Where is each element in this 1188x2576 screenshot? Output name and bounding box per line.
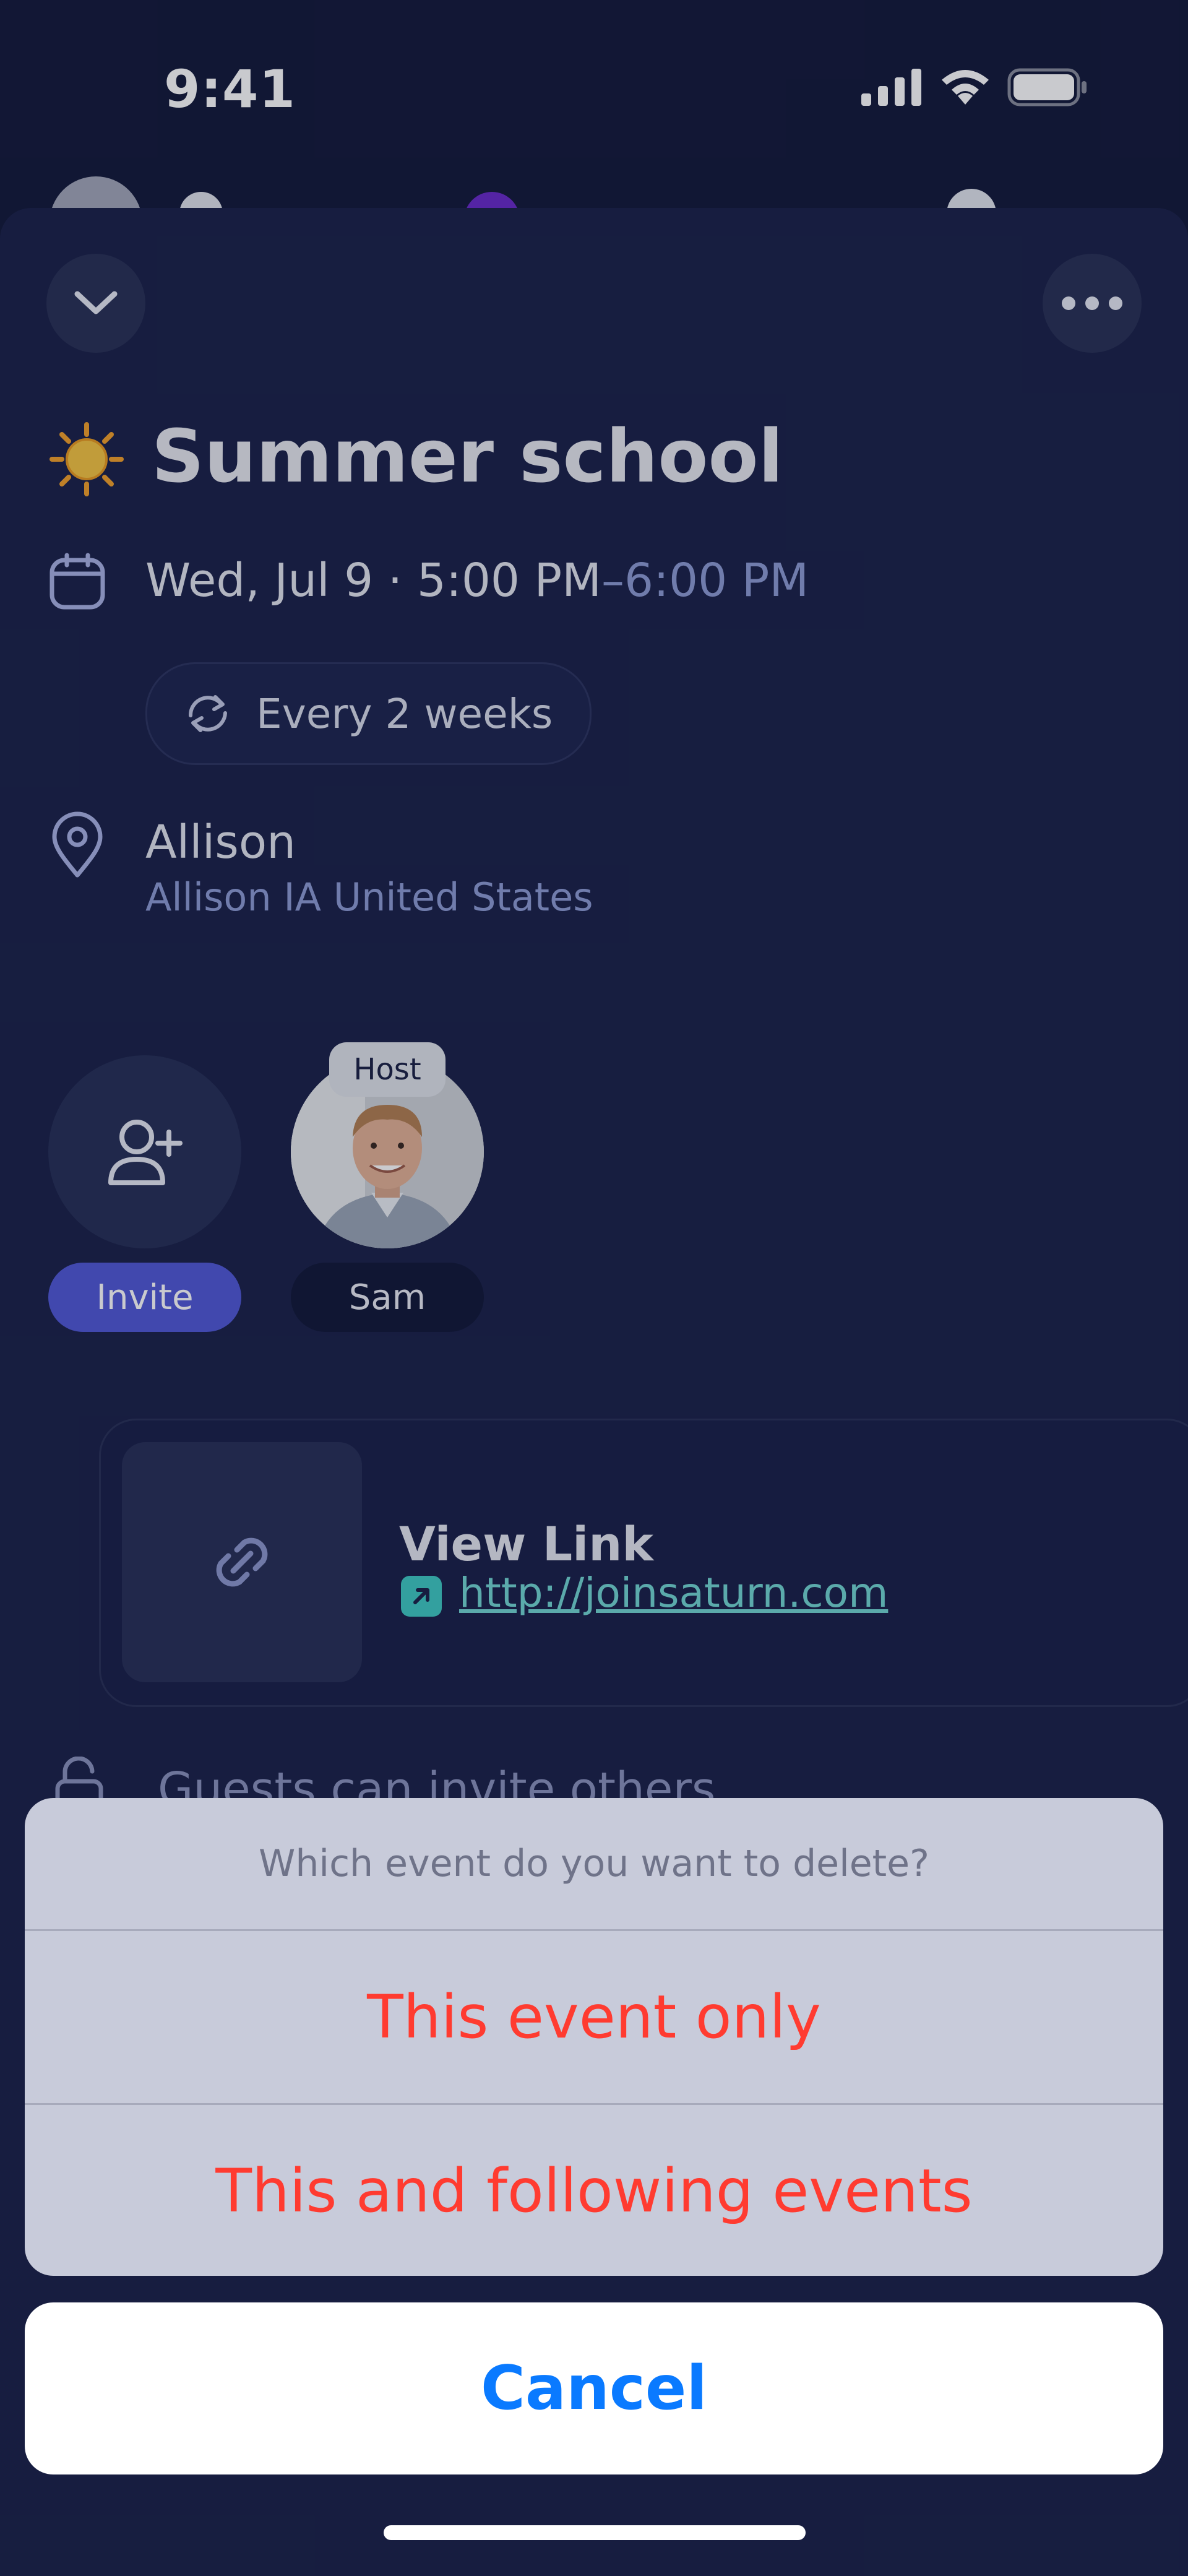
action-sheet-title: Which event do you want to delete? bbox=[25, 1798, 1163, 1931]
delete-action-sheet: Which event do you want to delete? This … bbox=[25, 1798, 1163, 2276]
cancel-button[interactable]: Cancel bbox=[25, 2302, 1163, 2474]
home-indicator[interactable] bbox=[384, 2525, 806, 2540]
delete-this-event-button[interactable]: This event only bbox=[25, 1931, 1163, 2105]
delete-following-events-button[interactable]: This and following events bbox=[25, 2105, 1163, 2276]
